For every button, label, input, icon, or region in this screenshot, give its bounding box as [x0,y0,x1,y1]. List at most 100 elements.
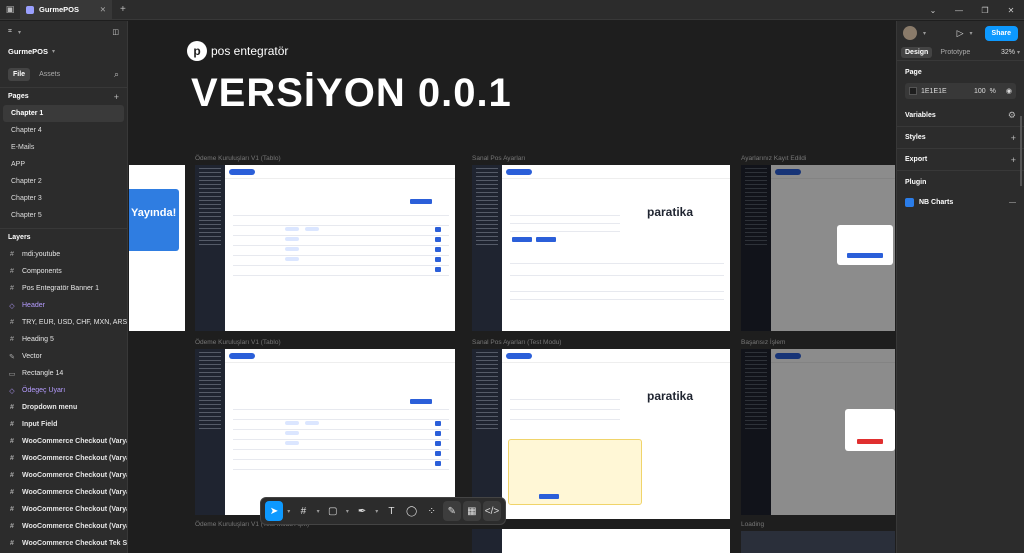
new-tab-icon[interactable]: + [120,4,126,15]
page-item[interactable]: E-Mails [3,139,124,156]
frame-odeme-kuruluslari[interactable] [195,165,455,331]
variables-settings-icon[interactable]: ⚙ [1008,110,1016,121]
page-item[interactable]: Chapter 1 [3,105,124,122]
frame-tool-icon[interactable]: # [294,501,312,521]
comment-tool-icon[interactable]: ◯ [402,501,420,521]
close-tab-icon[interactable]: ✕ [100,5,106,14]
page-item[interactable]: Chapter 2 [3,173,124,190]
layer-item[interactable]: ◇ Ödegeç Uyarı [0,382,127,399]
admin-sidebar [472,529,502,553]
plugin-item[interactable]: NB Charts — [897,193,1024,211]
rectangle-tool-icon[interactable]: ▢ [324,501,342,521]
chevron-down-icon[interactable]: ▾ [923,30,926,37]
present-play-icon[interactable]: ▷ [957,28,964,39]
layer-item[interactable]: # WooCommerce Checkout (Varyasyon [0,518,127,535]
layer-label: Pos Entegratör Banner 1 [22,285,100,292]
chevron-down-icon: ▾ [1016,50,1020,56]
scrollbar[interactable] [1020,116,1022,186]
move-tool-icon[interactable]: ➤ [265,501,284,521]
layer-item[interactable]: # WooCommerce Checkout (Varyasyon [0,467,127,484]
components-icon[interactable]: ⁘ [423,501,441,521]
chevron-down-icon[interactable]: ▾ [285,501,292,521]
tab-file[interactable]: File [8,67,31,81]
layer-item[interactable]: # TRY, EUR, USD, CHF, MXN, ARS, SAR, [0,314,127,331]
maximize-icon[interactable]: ❐ [972,0,998,20]
layer-item[interactable]: # WooCommerce Checkout (Varyasyon [0,501,127,518]
add-export-icon[interactable]: + [1011,155,1016,165]
frame-sanal-pos-ayarlari[interactable]: paratika [472,165,730,331]
canvas[interactable]: p pos entegratör VERSİYON 0.0.1 Ödeme Ku… [129,21,895,553]
frame-banner[interactable]: Yayında! [129,165,185,331]
close-window-icon[interactable]: ✕ [998,0,1024,20]
figma-logo-icon[interactable]: ⌗ [8,28,12,36]
version-title[interactable]: VERSİYON 0.0.1 [191,71,512,116]
add-page-icon[interactable]: + [114,92,119,102]
chevron-down-icon[interactable]: ▾ [344,501,351,521]
layer-item[interactable]: # Components [0,263,127,280]
frame-label[interactable]: Sanal Pos Ayarları (Test Modu) [472,339,561,346]
export-section[interactable]: Export + [897,149,1024,171]
page-item[interactable]: APP [3,156,124,173]
share-button[interactable]: Share [984,25,1018,41]
layer-item[interactable]: # WooCommerce Checkout (Varyasyon [0,433,127,450]
frame-label[interactable]: Loading [741,521,764,528]
chevron-down-icon[interactable]: ▾ [373,501,380,521]
variables-section[interactable]: Variables ⚙ [897,105,1024,127]
minimize-icon[interactable]: — [946,0,972,20]
page-item[interactable]: Chapter 4 [3,122,124,139]
styles-section[interactable]: Styles + [897,127,1024,149]
chevron-down-icon[interactable]: ▾ [18,29,21,36]
frame-label[interactable]: Ödeme Kuruluşları V1 (Tablo) [195,339,281,346]
eye-icon[interactable]: ◉ [1006,87,1012,95]
add-style-icon[interactable]: + [1011,133,1016,143]
layer-item[interactable]: # WooCommerce Checkout (Varyasyon [0,450,127,467]
main-menu[interactable]: ⌗ ▾ ◫ [0,21,127,43]
page-opacity[interactable]: 100 [974,88,986,95]
frame-ayarlar-kayit[interactable] [741,165,895,331]
frame-label[interactable]: Ayarlarınız Kayıt Edildi [741,155,806,162]
layer-item[interactable]: # WooCommerce Checkout Tek Satır (V [0,535,127,552]
minus-icon[interactable]: — [1009,199,1016,206]
layer-item[interactable]: ◇ Header [0,297,127,314]
frame-bottom[interactable] [472,529,730,553]
zoom-level[interactable]: 32% ▾ [1001,49,1020,56]
project-name[interactable]: GurmePOS ▾ [0,43,127,59]
design-mode-icon[interactable]: ▦ [462,501,481,521]
frame-label[interactable]: Sanal Pos Ayarları [472,155,525,162]
tab-design[interactable]: Design [901,47,933,58]
layer-item[interactable]: # mdi:youtube [0,246,127,263]
layer-item[interactable]: # WooCommerce Checkout (Varyasyon [0,484,127,501]
page-color-hex[interactable]: 1E1E1E [921,88,947,95]
pen-tool-icon[interactable]: ✒ [353,501,371,521]
sidebar-toggle-icon[interactable]: ◫ [112,28,119,36]
layer-item[interactable]: # Heading 5 [0,331,127,348]
frame-sanal-pos-test[interactable]: paratika [472,349,730,519]
frame-odeme-kuruluslari-2[interactable] [195,349,455,515]
layer-item[interactable]: ▭ Rectangle 14 [0,365,127,382]
draw-mode-icon[interactable]: ✎ [442,501,461,521]
tab-prototype[interactable]: Prototype [936,47,974,58]
page-item[interactable]: Chapter 5 [3,207,124,224]
frame-loading[interactable] [741,531,895,553]
chevron-down-icon[interactable]: ⌄ [920,0,946,20]
layer-item[interactable]: # Input Field [0,416,127,433]
layer-item[interactable]: # Pos Entegratör Banner 1 [0,280,127,297]
search-icon[interactable]: ⌕ [114,69,119,80]
tab-assets[interactable]: Assets [34,68,65,81]
layer-item[interactable]: ✎ Vector [0,348,127,365]
file-tab[interactable]: GurmePOS ✕ [20,0,112,20]
layer-item[interactable]: # Dropdown menu [0,399,127,416]
text-tool-icon[interactable]: T [382,501,400,521]
frame-label[interactable]: Başarısız İşlem [741,339,785,346]
dev-mode-icon[interactable]: </> [482,501,502,521]
frame-label[interactable]: Ödeme Kuruluşları V1 (Tablo) [195,155,281,162]
chevron-down-icon[interactable]: ▾ [314,501,321,521]
frame-icon: # [10,268,14,275]
color-swatch[interactable] [909,87,917,95]
page-item[interactable]: Chapter 3 [3,190,124,207]
page-color-field[interactable]: 1E1E1E 100 % ◉ [905,83,1016,99]
chevron-down-icon[interactable]: ▾ [970,30,973,37]
frame-basarisiz-islem[interactable] [741,349,895,515]
avatar[interactable] [903,26,917,40]
figma-home-icon[interactable]: ▣ [0,0,20,20]
